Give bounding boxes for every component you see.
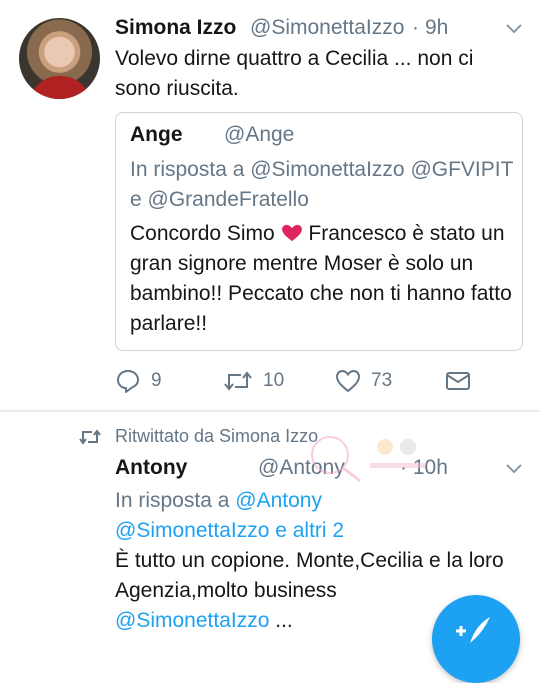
author-name[interactable]: Simona Izzo (115, 16, 236, 40)
like-button[interactable]: 73 (335, 366, 392, 396)
reply-prefix: In risposta a (115, 489, 230, 512)
author-name[interactable]: Antony (115, 456, 187, 480)
reply-button[interactable]: 9 (115, 366, 162, 396)
retweet-icon (224, 371, 252, 391)
compose-icon (456, 617, 490, 643)
reply-count: 9 (151, 370, 162, 391)
truncation-ellipsis: ... (275, 609, 293, 632)
tweet-time[interactable]: 9h (425, 16, 448, 40)
quoted-text-before: Concordo Simo (130, 222, 275, 245)
avatar[interactable] (19, 18, 100, 99)
time-separator: · (412, 16, 419, 39)
tweet[interactable]: Simona Izzo @SimonettaIzzo · 9h Volevo d… (0, 0, 540, 410)
author-handle[interactable]: @SimonettaIzzo (250, 16, 404, 40)
reply-icon (117, 370, 139, 393)
quoted-author-handle: @Ange (224, 123, 295, 146)
reply-handle-link[interactable]: @Antony (235, 489, 322, 512)
mention-link[interactable]: @SimonettaIzzo (115, 609, 269, 632)
retweet-icon (79, 429, 101, 445)
retweet-count: 10 (263, 370, 285, 391)
retweet-button[interactable]: 10 (223, 366, 284, 396)
tweet-body: È tutto un copione. Monte,Cecilia e la l… (115, 549, 504, 602)
quoted-reply-context: In risposta a @SimonettaIzzo @GFVIPIT e … (130, 158, 514, 211)
watermark-logo (311, 436, 425, 483)
like-count: 73 (371, 370, 393, 391)
direct-message-button[interactable] (445, 366, 471, 396)
reply-others-link[interactable]: @SimonettaIzzo e altri 2 (115, 519, 344, 542)
retweeted-by-label[interactable]: Ritwittato da Simona Izzo (115, 426, 318, 447)
tweet-actions: 9 10 73 (115, 366, 525, 396)
compose-tweet-button[interactable] (432, 595, 520, 683)
quoted-tweet[interactable]: Ange @Ange In risposta a @SimonettaIzzo … (115, 112, 523, 351)
heart-icon (335, 369, 361, 393)
heart-emoji-icon (281, 224, 302, 242)
envelope-icon (446, 372, 470, 390)
quoted-tweet-text: Concordo Simo Francesco è stato un gran … (130, 219, 520, 339)
reply-context: In risposta a @Antony @SimonettaIzzo e a… (115, 486, 515, 546)
tweet-text: Volevo dirne quattro a Cecilia ... non c… (115, 47, 474, 100)
chevron-down-icon[interactable] (505, 22, 523, 36)
quoted-author-name: Ange (130, 123, 183, 146)
chevron-down-icon[interactable] (505, 462, 523, 476)
